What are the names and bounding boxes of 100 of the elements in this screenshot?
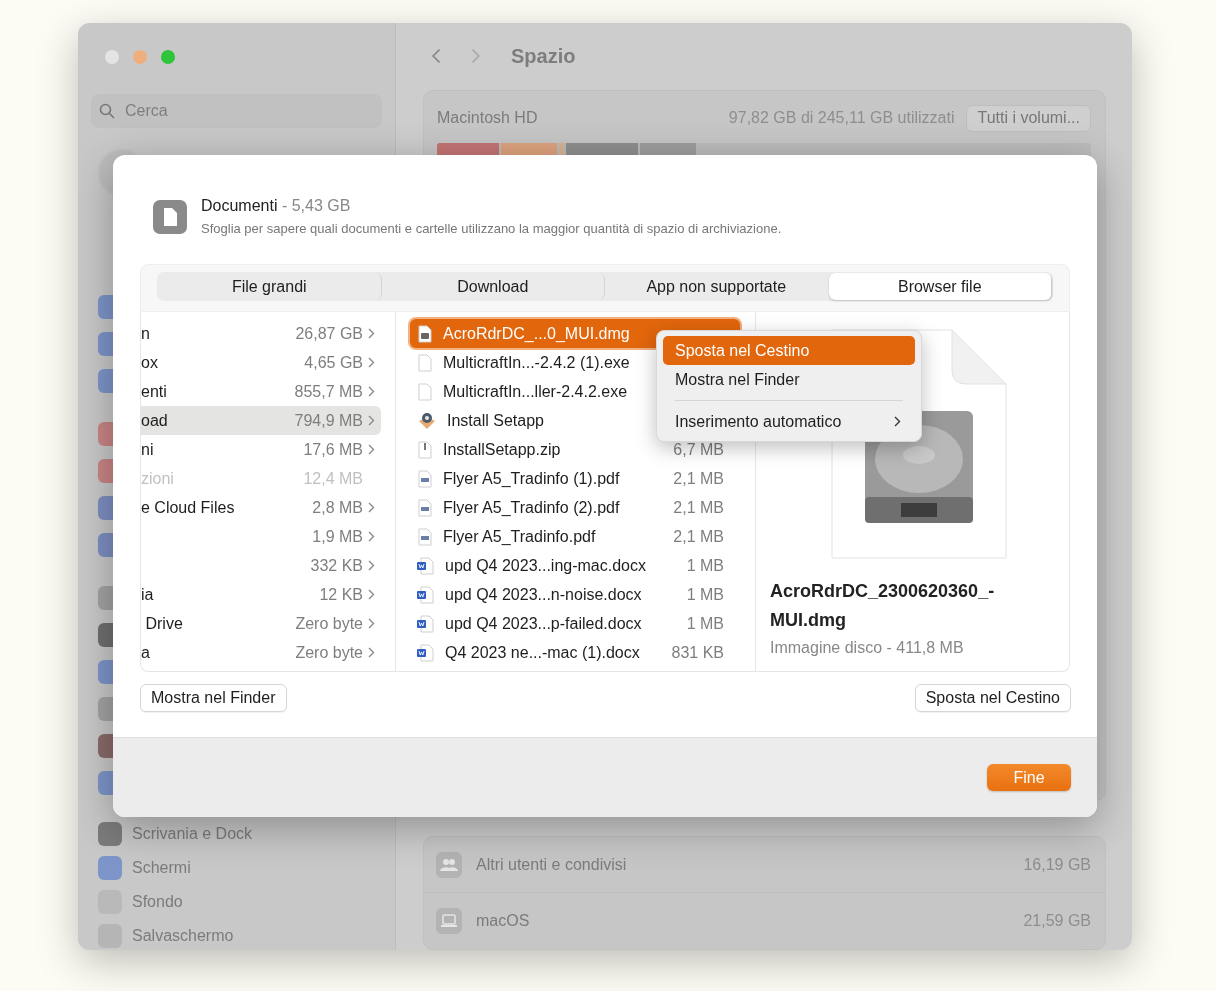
- folder-row[interactable]: e Cloud Files 2,8 MB: [141, 493, 381, 522]
- dialog-description: Sfoglia per sapere quali documenti e cartelle utilizzano la maggior quantità di spazio di archiviazione.: [201, 221, 782, 236]
- tab[interactable]: Download: [381, 273, 605, 300]
- dock-icon: [98, 822, 122, 846]
- folder-name: a: [141, 643, 150, 661]
- search-field[interactable]: Cerca: [91, 94, 382, 128]
- submenu-chevron-icon: [894, 416, 901, 427]
- folder-row[interactable]: n 26,87 GB: [141, 319, 381, 348]
- file-name: upd Q4 2023...p-failed.docx: [445, 614, 642, 633]
- preview-file-info: Immagine disco - 411,8 MB: [770, 639, 965, 657]
- document-icon: [153, 199, 187, 234]
- folder-size: 794,9 MB: [294, 411, 363, 430]
- sidebar-item-label: Salvaschermo: [132, 927, 234, 945]
- chevron-icon: [367, 531, 375, 542]
- file-name: Flyer A5_Tradinfo (2).pdf: [443, 498, 620, 517]
- chevron-icon: [367, 589, 375, 600]
- word-document-icon: [417, 556, 435, 575]
- folder-name: ox: [141, 353, 158, 371]
- folder-size: 332 KB: [310, 556, 363, 575]
- display-icon: [98, 856, 122, 880]
- file-name: upd Q4 2023...n-noise.docx: [445, 585, 642, 604]
- chevron-icon: [367, 502, 375, 513]
- file-name: Flyer A5_Tradinfo.pdf: [443, 527, 596, 546]
- move-to-trash-button[interactable]: Sposta nel Cestino: [914, 684, 1071, 712]
- menu-item[interactable]: Inserimento automatico: [663, 407, 915, 436]
- preview-file-name: AcroRdrDC_2300620360_-MUI.dmg: [770, 580, 996, 632]
- chevron-icon: [367, 618, 375, 629]
- folder-name: n: [141, 324, 150, 342]
- folder-row[interactable]: ia 12 KB: [141, 580, 381, 609]
- file-row[interactable]: InstallSetapp.zip 6,7 MB: [410, 435, 740, 464]
- folder-name: e Cloud Files: [141, 498, 235, 516]
- laptop-icon: [440, 914, 458, 928]
- folder-size: 12,4 MB: [303, 469, 363, 488]
- file-row[interactable]: Flyer A5_Tradinfo.pdf 2,1 MB: [410, 522, 740, 551]
- show-in-finder-button[interactable]: Mostra nel Finder: [140, 684, 287, 712]
- window-title: Spazio: [511, 44, 576, 68]
- file-size: 6,7 MB: [673, 440, 724, 459]
- folder-row[interactable]: a Zero byte: [141, 638, 381, 667]
- file-size: 1 MB: [686, 614, 724, 633]
- file-name: Q4 2023 ne...-mac (1).docx: [445, 643, 640, 662]
- folder-size: 12 KB: [319, 585, 363, 604]
- tab[interactable]: File grandi: [158, 273, 382, 300]
- chevron-icon: [367, 444, 375, 455]
- category-label: Altri utenti e condivisi: [476, 855, 628, 874]
- file-row[interactable]: Flyer A5_Tradinfo (1).pdf 2,1 MB: [410, 464, 740, 493]
- file-row[interactable]: upd Q4 2023...n-noise.docx 1 MB: [410, 580, 740, 609]
- tab[interactable]: Browser file: [828, 273, 1052, 300]
- document-icon: [417, 353, 433, 372]
- pdf-icon: [417, 498, 433, 517]
- folder-size: 26,87 GB: [295, 324, 363, 343]
- folder-row[interactable]: ni 17,6 MB: [141, 435, 381, 464]
- pdf-icon: [417, 527, 433, 546]
- archive-icon: [417, 440, 433, 459]
- folder-size: 855,7 MB: [294, 382, 363, 401]
- menu-item[interactable]: Mostra nel Finder: [663, 365, 915, 394]
- folder-name: zioni: [141, 469, 174, 487]
- folder-row[interactable]: 332 KB: [141, 551, 381, 580]
- file-size: 2,1 MB: [673, 527, 724, 546]
- file-name: AcroRdrDC_...0_MUI.dmg: [443, 324, 630, 343]
- file-size: 1 MB: [686, 556, 724, 575]
- file-row[interactable]: upd Q4 2023...ing-mac.docx 1 MB: [410, 551, 740, 580]
- chevron-icon: [367, 357, 375, 368]
- file-row[interactable]: upd Q4 2023...p-failed.docx 1 MB: [410, 609, 740, 638]
- dialog-title: Documenti - 5,43 GB: [201, 197, 352, 215]
- folder-size: 2,8 MB: [312, 498, 363, 517]
- folder-row[interactable]: 1,9 MB: [141, 522, 381, 551]
- chevron-icon: [367, 415, 375, 426]
- folder-size: 17,6 MB: [303, 440, 363, 459]
- search-icon: [99, 103, 115, 119]
- folder-name: ia: [141, 585, 154, 603]
- file-name: MulticraftIn...-2.4.2 (1).exe: [443, 353, 630, 372]
- file-size: 831 KB: [671, 643, 724, 662]
- sidebar-item-label: Schermi: [132, 859, 191, 877]
- folder-size: Zero byte: [295, 643, 363, 662]
- chevron-icon: [367, 386, 375, 397]
- category-size: 16,19 GB: [1023, 855, 1091, 874]
- package-icon: [417, 410, 437, 431]
- word-document-icon: [417, 614, 435, 633]
- file-row[interactable]: Q4 2023 ne...-mac (1).docx 831 KB: [410, 638, 740, 667]
- sidebar-item-label: Scrivania e Dock: [132, 825, 253, 843]
- file-size: 1 MB: [686, 585, 724, 604]
- chevron-icon: [367, 647, 375, 658]
- folder-name: ni: [141, 440, 154, 458]
- folder-size: Zero byte: [295, 614, 363, 633]
- back-icon[interactable]: [431, 47, 441, 66]
- users-icon: [440, 857, 458, 872]
- folder-name: oad: [141, 411, 168, 429]
- folder-row[interactable]: enti 855,7 MB: [141, 377, 381, 406]
- pdf-icon: [417, 469, 433, 488]
- folder-row[interactable]: Drive Zero byte: [141, 609, 381, 638]
- search-input[interactable]: Cerca: [123, 101, 374, 121]
- volume-name: Macintosh HD: [437, 109, 539, 128]
- chevron-icon: [367, 560, 375, 571]
- file-name: Install Setapp: [447, 411, 544, 430]
- folder-row[interactable]: oad 794,9 MB: [141, 406, 381, 435]
- file-row[interactable]: Flyer A5_Tradinfo (2).pdf 2,1 MB: [410, 493, 740, 522]
- file-size: 2,1 MB: [673, 469, 724, 488]
- folder-row[interactable]: ox 4,65 GB: [141, 348, 381, 377]
- tab[interactable]: App non supportate: [605, 273, 829, 300]
- word-document-icon: [417, 643, 435, 662]
